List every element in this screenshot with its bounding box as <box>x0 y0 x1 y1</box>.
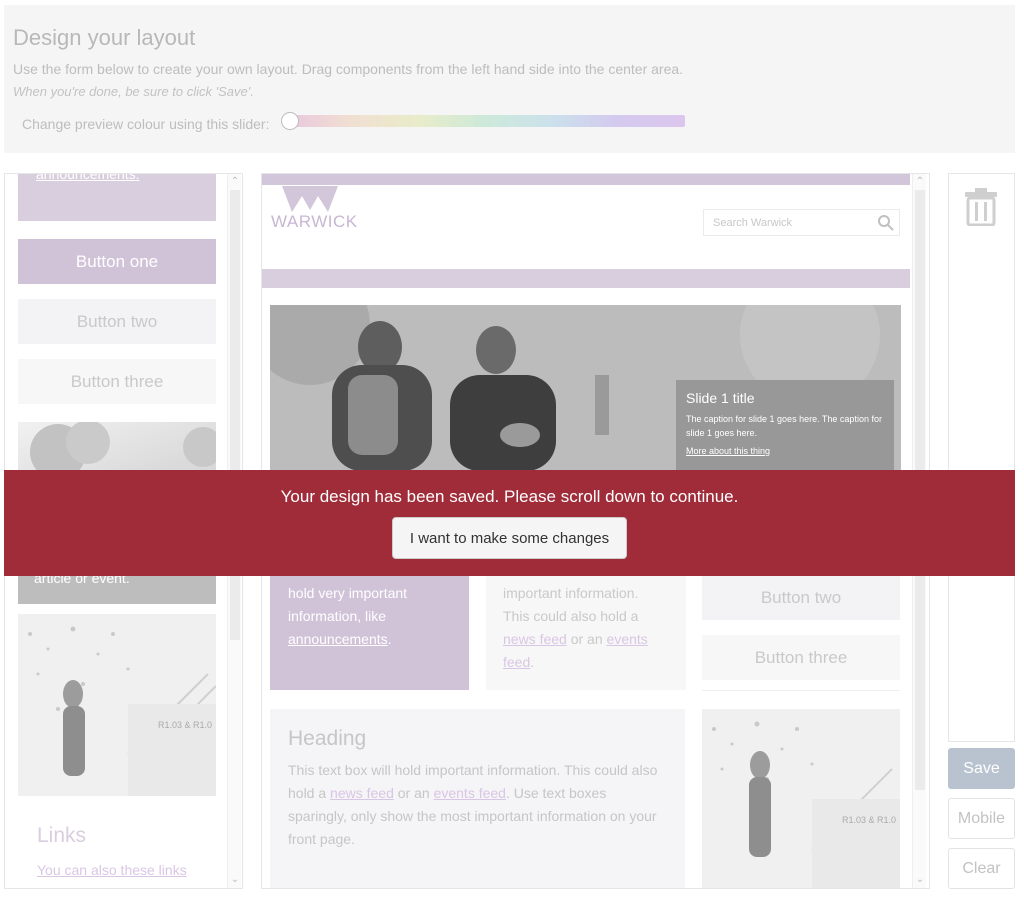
text-block-line: This could also hold a <box>503 608 639 624</box>
heading-block-title: Heading <box>288 727 367 750</box>
preview-nav-bar <box>262 269 910 288</box>
slide-title: Slide 1 title <box>686 390 755 406</box>
save-button[interactable]: Save <box>948 748 1015 789</box>
search-icon[interactable] <box>877 214 894 231</box>
scroll-up-icon[interactable]: ⌃ <box>228 175 242 189</box>
preview-text-block[interactable]: important information. This could also h… <box>486 576 686 690</box>
links-heading: Links <box>37 824 87 847</box>
news-feed-link[interactable]: news feed <box>330 785 394 801</box>
colour-slider-track[interactable] <box>284 115 685 127</box>
events-feed-link[interactable]: events feed <box>434 785 506 801</box>
warwick-logo-icon <box>282 186 338 212</box>
warwick-logo-text: WARWICK <box>271 212 358 231</box>
map-image: R1.03 & R1.0 <box>28 626 216 796</box>
component-button-one[interactable]: Button one <box>18 239 216 284</box>
scroll-down-icon[interactable]: ⌄ <box>228 873 242 887</box>
trash-icon[interactable] <box>964 188 998 226</box>
text-block-period: . <box>530 654 535 670</box>
component-image-map[interactable]: R1.03 & R1.0 <box>18 614 216 796</box>
saved-banner: Your design has been saved. Please scrol… <box>4 470 1015 576</box>
slide-link[interactable]: More about this thing <box>686 446 884 456</box>
component-button-two[interactable]: Button two <box>18 299 216 344</box>
map-image: R1.03 & R1.0 <box>712 721 900 888</box>
scroll-down-icon[interactable]: ⌄ <box>913 873 927 887</box>
text-block-line: important information. <box>503 585 639 601</box>
clear-button[interactable]: Clear <box>948 848 1015 889</box>
purple-block-line: information, like <box>288 608 387 624</box>
svg-text:R1.03 & R1.0: R1.03 & R1.0 <box>158 720 212 730</box>
slide-caption-box: Slide 1 title The caption for slide 1 go… <box>676 380 894 471</box>
divider <box>702 690 900 691</box>
preview-top-bar <box>262 174 910 185</box>
announcements-link[interactable]: announcements. <box>36 174 140 182</box>
heading-block-text: This text box will hold important inform… <box>288 759 667 851</box>
search-placeholder: Search Warwick <box>713 217 793 229</box>
intro-text: Use the form below to create your own la… <box>13 61 684 77</box>
trash-drop-zone[interactable] <box>948 173 1015 742</box>
preview-heading-block[interactable]: Heading This text box will hold importan… <box>270 709 685 888</box>
save-hint: When you're done, be sure to click 'Save… <box>13 84 254 99</box>
events-link[interactable]: events <box>607 631 648 647</box>
svg-text:R1.03 & R1.0: R1.03 & R1.0 <box>842 815 896 825</box>
preview-purple-text-block[interactable]: hold very important information, like an… <box>270 576 469 690</box>
purple-block-line: hold very important <box>288 585 408 601</box>
preview-button-two[interactable]: Button two <box>702 575 900 620</box>
slide-caption: The caption for slide 1 goes here. The c… <box>686 414 882 438</box>
component-text-block[interactable]: announcements. <box>18 174 216 221</box>
preview-image-map[interactable]: R1.03 & R1.0 <box>702 709 900 888</box>
feed-link[interactable]: feed <box>503 654 530 670</box>
make-changes-button[interactable]: I want to make some changes <box>392 517 627 559</box>
preview-search-box[interactable]: Search Warwick <box>703 209 900 236</box>
page-title: Design your layout <box>13 25 196 50</box>
heading-text-part: or an <box>393 785 434 801</box>
text-block-or: or an <box>566 631 607 647</box>
hero-slideshow[interactable]: Slide 1 title The caption for slide 1 go… <box>270 305 901 471</box>
preview-button-three[interactable]: Button three <box>702 635 900 680</box>
component-button-three[interactable]: Button three <box>18 359 216 404</box>
links-link[interactable]: You can also these links <box>37 862 187 878</box>
announcements-link[interactable]: announcements <box>288 631 388 647</box>
slider-label: Change preview colour using this slider: <box>22 116 270 132</box>
colour-slider-thumb[interactable] <box>281 112 299 130</box>
header-panel: Design your layout Use the form below to… <box>4 5 1015 153</box>
news-feed-link[interactable]: news feed <box>503 631 567 647</box>
scroll-up-icon[interactable]: ⌃ <box>913 175 927 189</box>
purple-block-period: . <box>387 631 392 647</box>
saved-message: Your design has been saved. Please scrol… <box>280 487 739 506</box>
mobile-button[interactable]: Mobile <box>948 798 1015 839</box>
